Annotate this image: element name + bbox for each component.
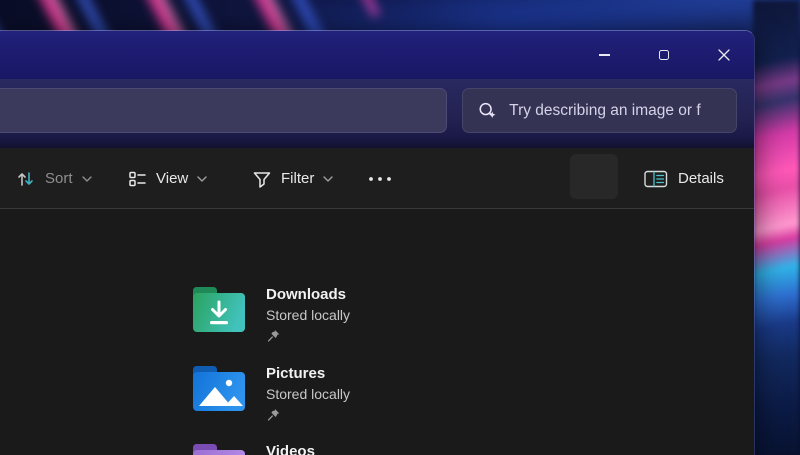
wallpaper-streaks-right: [753, 0, 800, 455]
toolbar-blank-button[interactable]: [570, 154, 618, 199]
item-name: Videos: [266, 443, 315, 455]
file-item-downloads[interactable]: Downloads Stored locally: [190, 283, 350, 343]
more-options-button[interactable]: [360, 161, 400, 197]
ellipsis-more-icon: [369, 177, 391, 181]
file-item-pictures[interactable]: Pictures Stored locally: [190, 362, 350, 422]
screen: Sort View Filter: [0, 0, 800, 455]
view-list-icon: [129, 171, 146, 187]
details-pane-icon: [644, 170, 668, 188]
ai-search-sparkle-icon: [479, 102, 496, 118]
close-icon: [718, 49, 730, 61]
sort-label: Sort: [45, 170, 73, 187]
downloads-folder-icon: [193, 287, 245, 332]
chevron-down-icon: [197, 176, 207, 182]
maximize-icon: [659, 50, 669, 60]
filter-funnel-icon: [253, 172, 271, 188]
view-button[interactable]: View: [119, 161, 215, 197]
chevron-down-icon: [81, 176, 92, 182]
details-button[interactable]: Details: [636, 161, 732, 197]
pin-icon: [267, 330, 280, 342]
filter-button[interactable]: Filter: [244, 161, 341, 197]
close-button[interactable]: [694, 31, 754, 79]
address-bar[interactable]: [0, 88, 447, 133]
details-label: Details: [678, 170, 724, 187]
titlebar: [0, 31, 754, 79]
item-subtitle: Stored locally: [266, 307, 351, 323]
file-list: Downloads Stored locally Pictures Stored…: [0, 209, 754, 455]
pin-icon: [267, 409, 280, 421]
item-name: Pictures: [266, 365, 326, 382]
item-subtitle: Stored locally: [266, 386, 351, 402]
maximize-button[interactable]: [634, 31, 694, 79]
pictures-folder-icon: [193, 366, 245, 411]
sort-arrows-icon: [18, 172, 33, 186]
item-name: Downloads: [266, 286, 347, 303]
address-row: [0, 79, 754, 148]
sort-button[interactable]: Sort: [8, 161, 100, 197]
chevron-down-icon: [323, 176, 334, 182]
file-item-videos[interactable]: Videos: [190, 440, 315, 455]
search-input[interactable]: [509, 101, 736, 120]
videos-folder-icon: [193, 444, 245, 455]
search-box[interactable]: [462, 88, 737, 133]
filter-label: Filter: [281, 170, 315, 187]
view-label: View: [156, 170, 189, 187]
file-explorer-window: Sort View Filter: [0, 30, 755, 455]
minimize-icon: [598, 54, 610, 56]
minimize-button[interactable]: [574, 31, 634, 79]
command-toolbar: Sort View Filter Details: [0, 148, 754, 209]
